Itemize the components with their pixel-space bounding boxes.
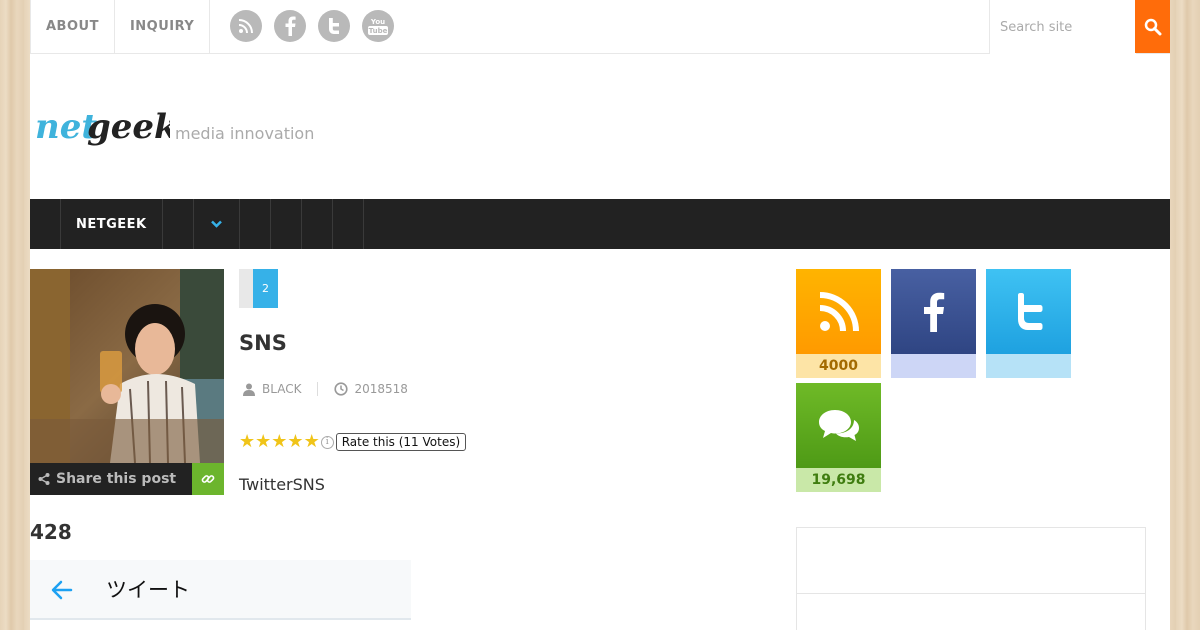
star-icon[interactable]: ★ (304, 432, 320, 452)
rss-feed-icon (796, 269, 881, 354)
share-icon (38, 473, 50, 485)
meta-divider (317, 382, 319, 396)
post-count: 428 (30, 520, 72, 544)
rss-icon[interactable] (230, 10, 262, 42)
facebook-count (891, 354, 976, 378)
twitter-icon[interactable] (318, 10, 350, 42)
top-social-links: You Tube (230, 10, 406, 42)
post-meta: BLACK 2018518 (242, 382, 408, 396)
post-excerpt: TwitterSNS (239, 475, 325, 494)
nav-item-blank[interactable] (302, 199, 333, 249)
search-input[interactable] (990, 0, 1136, 54)
site-logo[interactable]: net geek media innovation (35, 98, 335, 158)
nav-item-blank[interactable] (333, 199, 364, 249)
main-nav: NETGEEK (30, 199, 1170, 249)
star-icon[interactable]: ★ (239, 432, 255, 452)
tweet-embed-header: ツイート (30, 560, 411, 620)
rss-counter[interactable]: 4000 (796, 269, 881, 378)
nav-item-blank[interactable] (240, 199, 271, 249)
comments-count: 19,698 (796, 468, 881, 492)
nav-item-blank[interactable] (163, 199, 194, 249)
search-area (989, 0, 1170, 54)
twitter-counter[interactable] (986, 269, 1071, 378)
info-icon[interactable]: i (320, 435, 334, 449)
site-tagline: media innovation (175, 124, 315, 143)
search-icon (1144, 18, 1161, 35)
category-tags: 2 (239, 269, 278, 308)
tweet-header-title: ツイート (106, 578, 190, 602)
rating-tooltip: Rate this (11 Votes) (335, 433, 467, 451)
nav-item-netgeek[interactable]: NETGEEK (61, 199, 163, 249)
user-icon (242, 383, 256, 396)
page: ABOUT INQUIRY You Tube Search site net g… (30, 0, 1170, 630)
post-author[interactable]: BLACK (262, 382, 301, 396)
widget-row (797, 528, 1145, 594)
twitter-t-icon (986, 269, 1071, 354)
category-tag[interactable]: 2 (253, 269, 278, 308)
logo-suffix: geek (87, 107, 170, 147)
chevron-down-icon (210, 220, 222, 228)
nav-item-blank[interactable] (30, 199, 61, 249)
youtube-text-top: You (370, 18, 385, 26)
search-button[interactable] (1135, 0, 1170, 53)
nav-item-blank[interactable] (271, 199, 302, 249)
post-thumbnail[interactable]: Share this post (30, 269, 224, 495)
rating-stars[interactable]: ★ ★ ★ ★ ★ (239, 432, 320, 452)
facebook-counter[interactable] (891, 269, 976, 378)
post-title[interactable]: SNS (239, 331, 287, 355)
youtube-text-bottom: Tube (369, 27, 388, 35)
post-photo (30, 269, 224, 463)
share-bar[interactable]: Share this post (30, 463, 192, 495)
nav-dropdown[interactable] (194, 199, 240, 249)
comments-icon (796, 383, 881, 468)
top-bar: ABOUT INQUIRY You Tube (30, 0, 1170, 54)
share-label: Share this post (56, 471, 177, 487)
logo-wordmark: net geek (35, 107, 178, 147)
star-icon[interactable]: ★ (255, 432, 271, 452)
link-icon (201, 475, 215, 483)
back-arrow-icon[interactable] (50, 578, 74, 606)
twitter-count (986, 354, 1071, 378)
youtube-icon[interactable]: You Tube (362, 10, 394, 42)
top-nav: ABOUT INQUIRY (30, 0, 211, 54)
star-icon[interactable]: ★ (271, 432, 287, 452)
nav-inquiry-link[interactable]: INQUIRY (115, 0, 211, 54)
star-icon[interactable]: ★ (287, 432, 303, 452)
star-rating[interactable]: ★ ★ ★ ★ ★ i Rate this (11 Votes) (239, 432, 467, 452)
facebook-icon[interactable] (274, 10, 306, 42)
post-date: 2018518 (354, 382, 408, 396)
category-tag[interactable] (239, 269, 253, 308)
rss-count: 4000 (796, 354, 881, 378)
facebook-f-icon (891, 269, 976, 354)
clock-icon (334, 382, 349, 396)
permalink-button[interactable] (192, 463, 224, 495)
sidebar-widget (796, 527, 1146, 630)
nav-about-link[interactable]: ABOUT (30, 0, 115, 54)
comments-counter[interactable]: 19,698 (796, 383, 881, 492)
